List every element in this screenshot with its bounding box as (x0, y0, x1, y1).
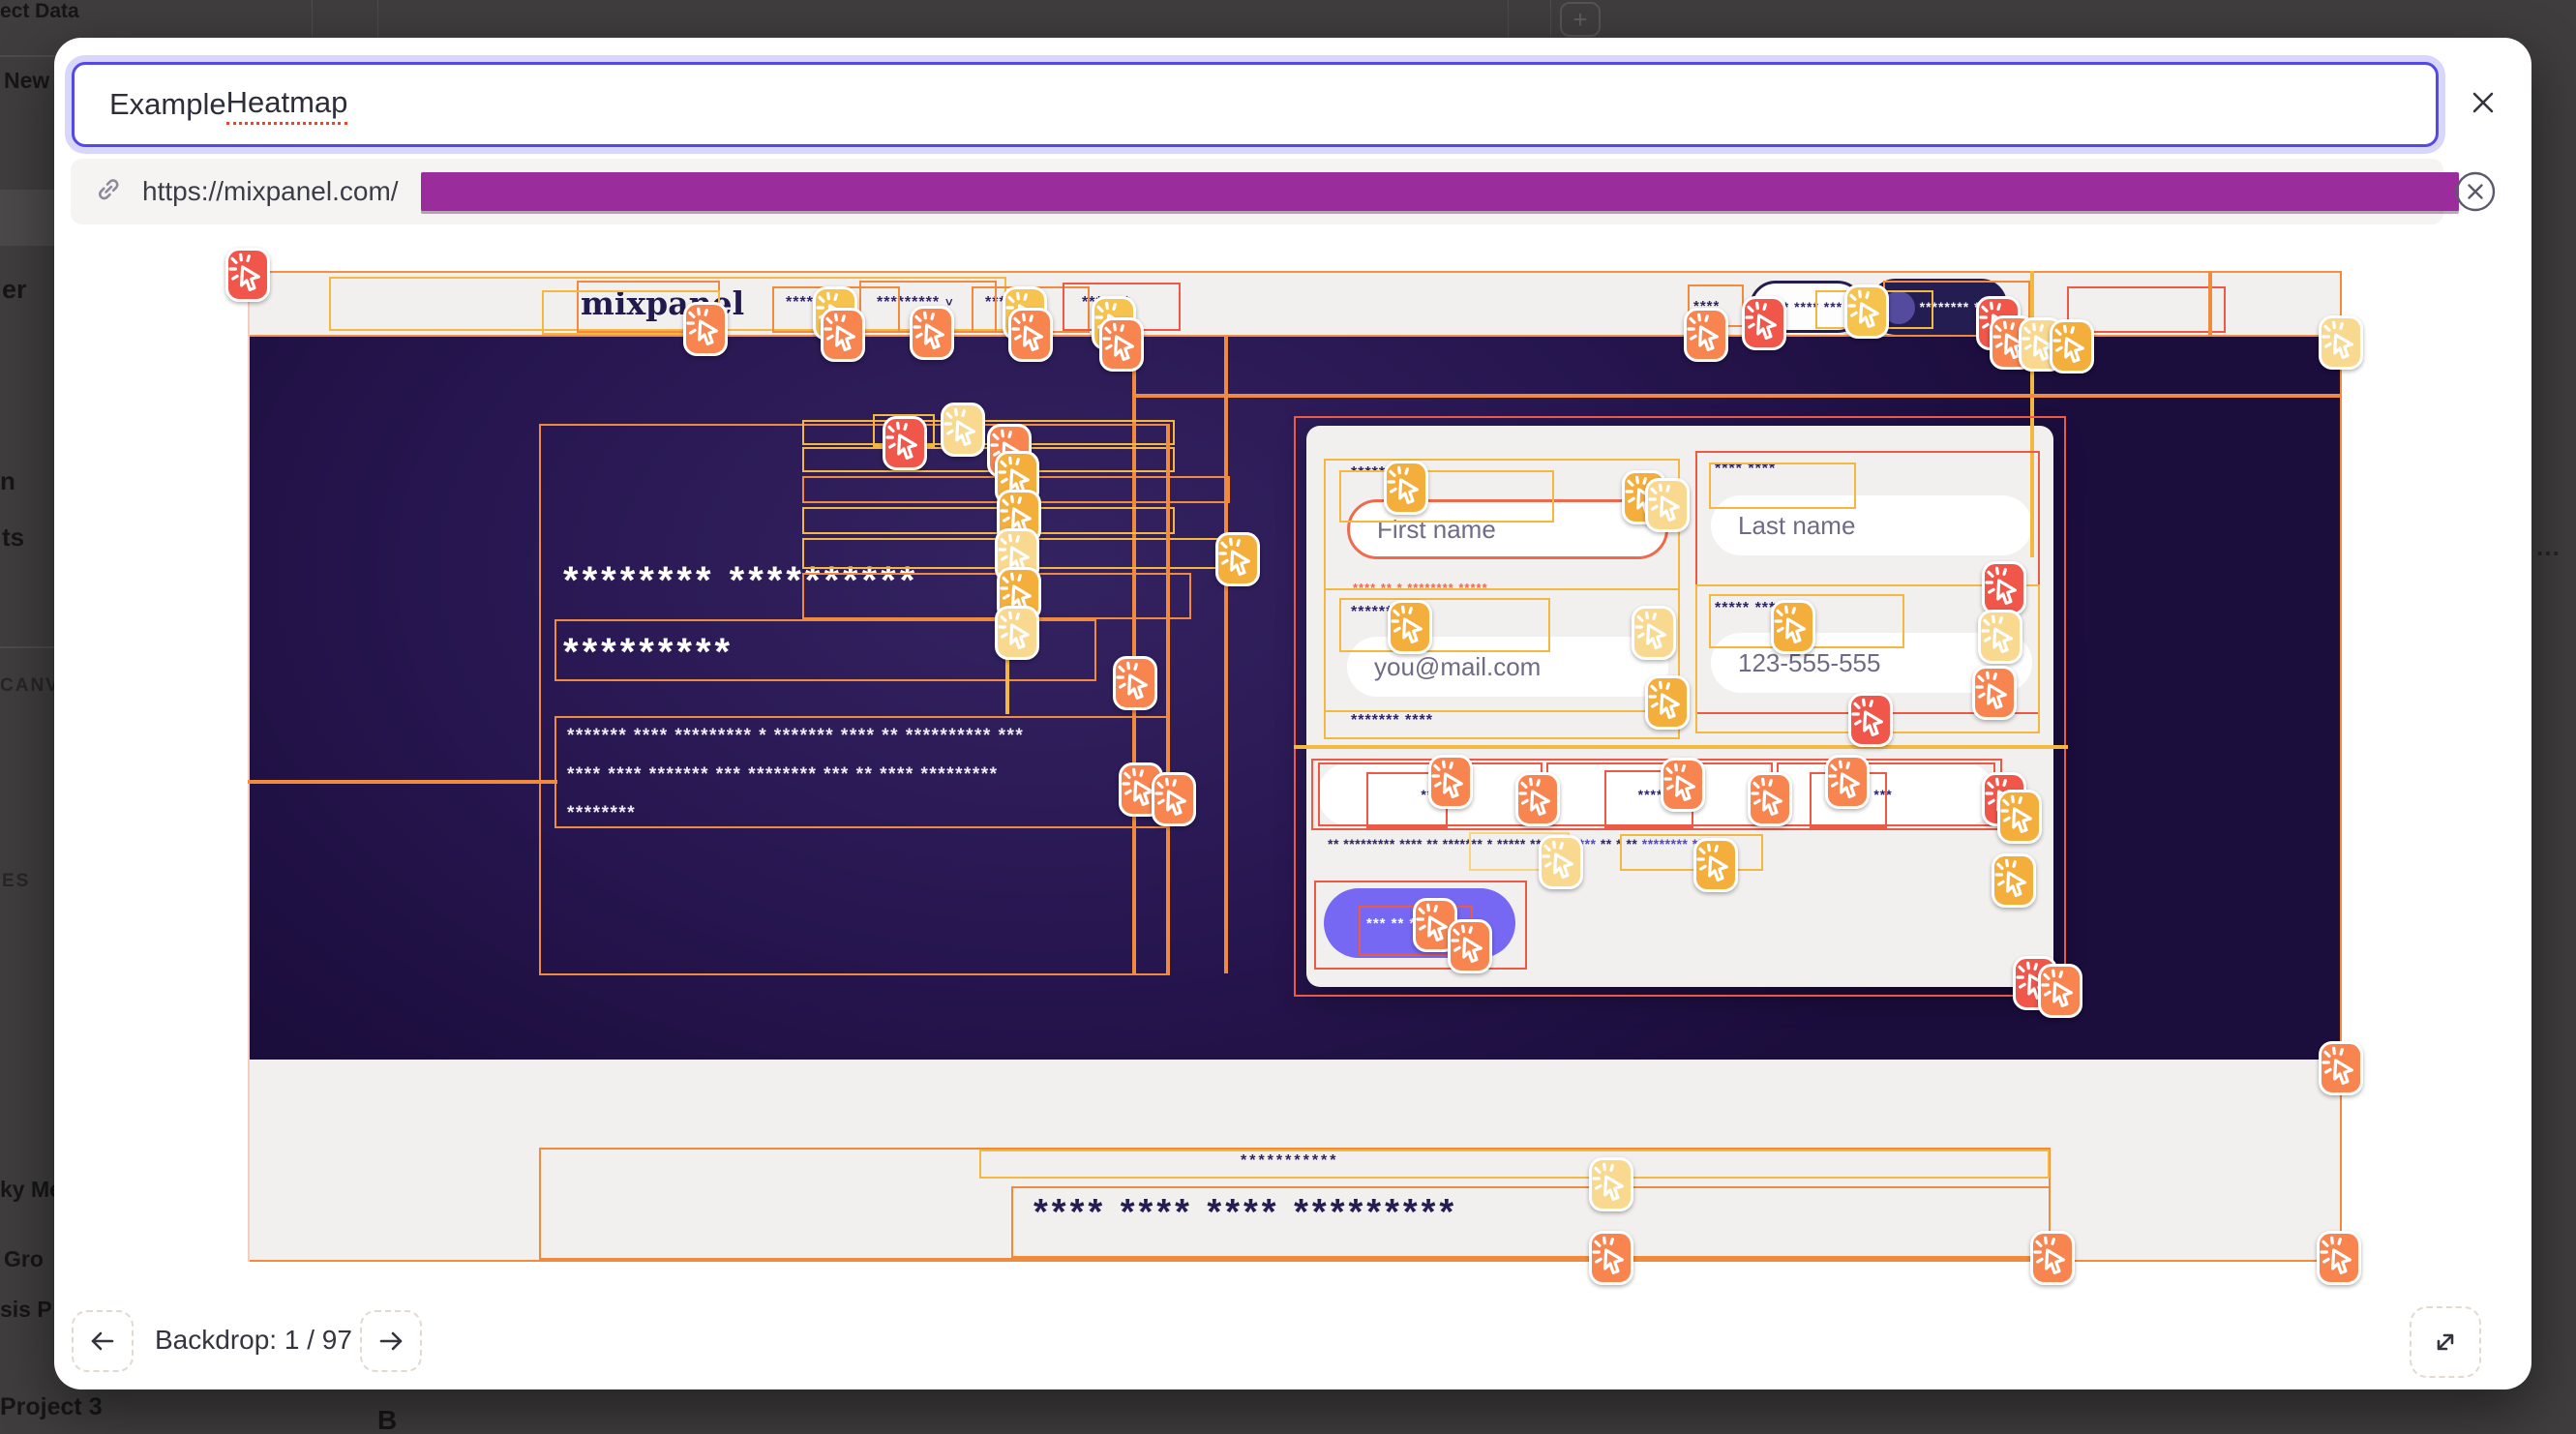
clear-url-icon[interactable] (2452, 168, 2499, 215)
click-cursor-icon (1771, 600, 1815, 654)
click-cursor-icon (2319, 1041, 2363, 1095)
click-cursor-icon (883, 416, 927, 470)
last-name-field: Last name (1711, 495, 2032, 555)
click-cursor-icon (1384, 461, 1428, 515)
click-cursor-icon (1589, 1157, 1633, 1211)
click-cursor-icon (1215, 532, 1260, 586)
background-sidebar-fragment: ect Data (0, 0, 79, 23)
title-text-misspelled: Heatmap (226, 85, 348, 125)
heatmap-title-input[interactable]: Example Heatmap (72, 62, 2439, 147)
choice-option: ****** (1544, 762, 1771, 826)
background-sidebar-fragment: New (4, 68, 49, 94)
expand-icon[interactable] (2410, 1306, 2481, 1378)
choice-option: *** (1771, 762, 1995, 826)
consent-text: ** ********* **** ** ******* * ***** ** … (1328, 836, 2017, 851)
click-cursor-icon (1982, 561, 2026, 615)
close-icon[interactable] (2460, 79, 2506, 126)
hero-paragraph-line: ******* **** ********* * ******* **** **… (567, 726, 1024, 747)
stage-footer-heading: **** **** **** ********* (1033, 1192, 1457, 1234)
click-cursor-icon (1972, 666, 2017, 720)
click-cursor-icon (1632, 606, 1676, 660)
background-line (312, 0, 313, 38)
background-add-button: + (1560, 2, 1601, 37)
title-text: Example (109, 87, 226, 122)
consent-fragment: ** ********* **** ** ******* * ***** ** … (1328, 836, 1562, 851)
choices-label: ******* **** (1351, 712, 1433, 730)
click-cursor-icon (1645, 675, 1690, 730)
background-sidebar-fragment: ky Me (0, 1177, 62, 1203)
background-line (1508, 0, 1509, 38)
hero-paragraph-line: **** **** ******* *** ******** *** ** **… (567, 764, 999, 786)
click-cursor-icon (1645, 478, 1690, 532)
click-cursor-icon (1742, 296, 1786, 350)
click-cursor-icon (1693, 838, 1738, 892)
redacted-url-highlight (421, 172, 2459, 211)
background-overflow-dots: … (2535, 532, 2561, 562)
backdrop-pager-label: Backdrop: 1 / 97 (155, 1325, 352, 1356)
first-name-error: **** ** * ******** ***** (1353, 581, 1488, 595)
background-line (1550, 0, 1551, 38)
background-sidebar-fragment: CANV (0, 675, 60, 697)
click-cursor-icon (683, 302, 728, 356)
click-cursor-icon (1825, 755, 1870, 809)
screen: ect Data New er n ts CANV ES ky Me Gro sis P Proje… (0, 0, 2576, 1434)
background-sidebar-fragment: Gro (4, 1246, 44, 1272)
heatmap-stage: mixpanel ***************˅************ **… (248, 263, 2342, 1262)
click-cursor-icon (1997, 790, 2042, 844)
click-cursor-icon (1978, 610, 2022, 664)
background-selected-row (0, 190, 56, 246)
click-cursor-icon (2038, 964, 2082, 1018)
click-cursor-icon (821, 308, 865, 362)
click-cursor-icon (2317, 1231, 2361, 1285)
hero-heading-line1: ******** ********** (563, 559, 918, 603)
background-sidebar-fragment: er (2, 275, 27, 305)
click-cursor-icon (1844, 284, 1889, 339)
click-cursor-icon (1848, 693, 1893, 747)
click-cursor-icon (225, 248, 270, 302)
click-cursor-icon (1992, 853, 2036, 908)
click-cursor-icon (1008, 308, 1053, 362)
click-cursor-icon (2319, 315, 2363, 370)
background-sidebar-fragment: sis P (0, 1297, 52, 1323)
click-cursor-icon (1448, 919, 1492, 973)
click-cursor-icon (995, 606, 1039, 660)
consent-fragment: ** * ** (1596, 836, 1641, 851)
click-cursor-icon (1515, 772, 1560, 826)
stage-footer-small-text: *********** (1241, 1152, 1339, 1170)
phone-label: ***** *** (1715, 600, 1776, 617)
background-sidebar-fragment: Project 3 (0, 1393, 103, 1421)
background-sidebar-fragment: ts (2, 523, 24, 553)
background-sidebar-fragment: B (377, 1405, 397, 1434)
click-cursor-icon (1152, 772, 1196, 826)
previous-backdrop-button[interactable] (72, 1310, 134, 1372)
last-name-label: **** **** (1715, 461, 1776, 478)
click-cursor-icon (1388, 600, 1432, 654)
click-cursor-icon (1113, 656, 1157, 710)
click-cursor-icon (1684, 308, 1728, 362)
link-icon (92, 173, 125, 211)
background-divider (0, 55, 56, 57)
choices-segmented-control: ************ (1318, 762, 1995, 826)
click-cursor-icon (941, 403, 985, 457)
click-cursor-icon (1539, 835, 1583, 889)
url-bar[interactable]: https://mixpanel.com/ (71, 159, 2443, 224)
background-line (377, 0, 378, 38)
click-cursor-icon (1748, 772, 1792, 826)
next-backdrop-button[interactable] (360, 1310, 422, 1372)
click-cursor-icon (1589, 1231, 1633, 1285)
click-cursor-icon (1428, 755, 1473, 809)
hero-heading-line2: ********* (563, 631, 734, 674)
click-cursor-icon (1099, 317, 1144, 372)
hero-paragraph-line: ******** (567, 803, 636, 824)
click-cursor-icon (1661, 758, 1705, 812)
click-cursor-icon (910, 306, 954, 360)
background-sidebar-fragment: n (0, 466, 15, 496)
url-text: https://mixpanel.com/ (142, 176, 399, 207)
background-divider (0, 646, 56, 648)
click-cursor-icon (2050, 319, 2094, 373)
click-cursor-icon (2030, 1231, 2075, 1285)
heatmap-modal: Example Heatmap https://mixpanel.com/ (54, 38, 2531, 1389)
background-sidebar-fragment: ES (2, 871, 30, 892)
